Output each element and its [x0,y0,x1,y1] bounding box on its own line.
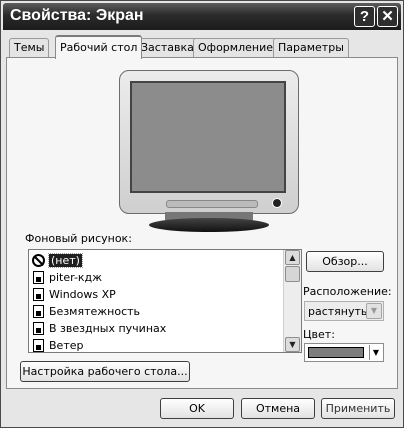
window-title: Свойства: Экран [10,7,144,24]
desktop-preview-screen [130,81,286,193]
list-item[interactable]: В звездных пучинах [29,320,284,337]
title-bar: Свойства: Экран ? ✕ [3,3,401,30]
vertical-scrollbar[interactable]: ▲ ▼ [283,250,301,352]
image-file-icon [33,271,44,284]
position-select-value: растянуть [308,305,368,318]
list-item[interactable]: Windows XP [29,286,284,303]
chevron-down-icon: ▼ [366,303,382,319]
scroll-down-icon[interactable]: ▼ [285,337,300,352]
list-item-label: (нет) [48,253,83,268]
image-file-icon [33,339,44,352]
background-listbox[interactable]: (нет) piter-кдж Windows XP Безмятежность… [28,249,302,353]
list-item-label: Windows XP [49,288,116,301]
image-file-icon [33,288,44,301]
list-item-label: В звездных пучинах [49,322,167,335]
scroll-up-icon[interactable]: ▲ [285,250,300,265]
tab-themes[interactable]: Темы [9,38,50,57]
background-label: Фоновый рисунок: [25,232,132,245]
list-item[interactable]: piter-кдж [29,269,284,286]
color-picker[interactable]: ▼ [304,343,384,362]
list-item-label: Ветер [49,339,84,352]
none-icon [32,254,45,267]
tab-settings[interactable]: Параметры [273,38,349,57]
list-item[interactable]: (нет) [29,252,284,269]
browse-button[interactable]: Обзор... [306,251,384,272]
tab-screensaver[interactable]: Заставка [136,38,199,57]
color-label: Цвет: [303,328,335,341]
tab-desktop[interactable]: Рабочий стол [55,35,143,59]
list-item-label: Безмятежность [49,305,141,318]
position-select[interactable]: растянуть ▼ [304,301,384,321]
close-button[interactable]: ✕ [377,6,398,27]
customize-desktop-button[interactable]: Настройка рабочего стола... [20,361,190,382]
monitor-front-bar [166,200,258,208]
color-swatch [308,347,364,358]
image-file-icon [33,305,44,318]
background-list: (нет) piter-кдж Windows XP Безмятежность… [29,252,284,352]
apply-button[interactable]: Применить [321,398,395,419]
monitor-stand-base [149,218,269,232]
list-item[interactable]: Ветер [29,337,284,352]
cancel-button[interactable]: Отмена [241,398,315,419]
list-item[interactable]: Безмятежность [29,303,284,320]
tab-appearance[interactable]: Оформление [193,38,278,57]
help-button[interactable]: ? [354,6,375,27]
chevron-down-icon: ▼ [369,345,382,360]
image-file-icon [33,322,44,335]
ok-button[interactable]: OK [160,398,234,419]
power-led-icon [272,198,282,208]
desktop-tab-panel: Фоновый рисунок: (нет) piter-кдж Windows… [6,57,398,389]
monitor-preview [119,70,299,214]
scroll-thumb[interactable] [285,266,300,282]
position-label: Расположение: [303,285,392,298]
list-item-label: piter-кдж [49,271,103,284]
display-properties-window: Свойства: Экран ? ✕ Темы Рабочий стол За… [0,0,404,428]
